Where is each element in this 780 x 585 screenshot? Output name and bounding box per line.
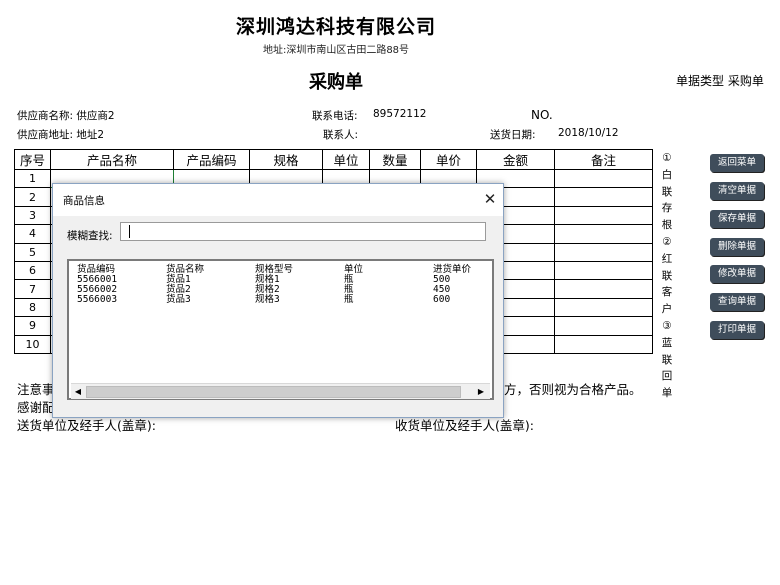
row-number: 9 [14,316,51,336]
table-cell[interactable] [554,297,653,318]
header-cell: 单价 [420,149,477,170]
row-number: 4 [14,224,51,244]
delete-order-button[interactable]: 删除单据 [710,238,764,256]
edit-order-button[interactable]: 修改单据 [710,265,764,283]
query-order-button[interactable]: 查询单据 [710,293,764,311]
item-price: 600 [433,294,451,305]
search-label: 模糊查找: [67,230,113,242]
item-unit: 瓶 [344,294,354,305]
supplier-name: 供应商名称: 供应商2 [17,110,115,122]
note-char: 红 [661,252,673,265]
list-item[interactable]: 5566002 货品2 规格2 瓶 450 [77,285,493,295]
header-cell: 单位 [322,149,370,170]
search-input[interactable] [120,222,486,241]
dialog-titlebar[interactable]: 商品信息 ✕ [53,184,503,216]
list-header: 货品编码 货品名称 规格型号 单位 进货单价 [77,265,493,275]
header-cell: 序号 [14,149,51,170]
delivery-date-value: 2018/10/12 [558,127,619,139]
note-char: 存 [661,202,673,215]
header-cell: 金额 [476,149,555,170]
item-code: 5566003 [77,294,118,305]
dialog-title: 商品信息 [63,195,105,207]
row-number: 2 [14,187,51,207]
list-item[interactable]: 5566001 货品1 规格1 瓶 500 [77,275,493,285]
note-char: 回 [661,370,673,383]
item-name: 货品3 [166,294,191,305]
phone-value: 89572112 [373,108,427,120]
table-cell[interactable] [554,316,653,336]
phone-label: 联系电话: [312,110,358,122]
header-cell: 数量 [369,149,421,170]
scroll-left-icon[interactable]: ◀ [71,384,85,399]
close-icon[interactable]: ✕ [481,190,499,208]
table-cell[interactable] [554,334,653,354]
header-cell: 产品编码 [173,149,250,170]
thanks-text: 感谢配 [17,400,55,415]
note-char: ① [662,152,672,164]
note-char: 联 [661,269,673,282]
product-listbox[interactable]: 货品编码 货品名称 规格型号 单位 进货单价 5566001 货品1 规格1 瓶 500 556… [67,259,494,400]
note-char: 客 [661,286,673,299]
table-cell[interactable] [554,260,653,281]
save-order-button[interactable]: 保存单据 [710,210,764,228]
row-number: 10 [14,334,51,354]
row-number: 5 [14,242,51,262]
horizontal-scrollbar[interactable]: ◀ ▶ [71,383,490,399]
header-cell: 产品名称 [50,149,174,170]
note-char: 联 [661,353,673,366]
note-text-continued: 方，否则视为合格产品。 [504,382,642,397]
company-name: 深圳鸿达科技有限公司 [235,16,436,38]
note-char: 联 [661,185,673,198]
row-number: 8 [14,297,51,318]
header-cell: 备注 [554,149,653,170]
table-cell[interactable] [554,242,653,262]
row-number: 7 [14,279,51,299]
list-item[interactable]: 5566003 货品3 规格3 瓶 600 [77,295,493,305]
copy-distribution-note: ① 白 联 存 根 ② 红 联 客 户 ③ 蓝 联 回 单 [656,150,678,402]
return-menu-button[interactable]: 返回菜单 [710,154,764,172]
note-char: 蓝 [661,336,673,349]
header-cell: 规格 [249,149,323,170]
note-char: 单 [661,387,673,400]
item-unit: 瓶 [344,274,354,285]
supplier-address: 供应商地址: 地址2 [17,129,105,141]
row-number: 3 [14,205,51,226]
item-unit: 瓶 [344,284,354,295]
row-number: 6 [14,260,51,281]
table-cell[interactable] [554,187,653,207]
row-number: 1 [14,168,51,189]
contact-label: 联系人: [323,129,359,141]
item-spec: 规格3 [255,294,280,305]
table-cell[interactable] [554,279,653,299]
product-info-dialog: 商品信息 ✕ 模糊查找: 货品编码 货品名称 规格型号 单位 进货单价 5566001 货… [52,183,504,418]
document-type: 单据类型 采购单 [676,74,764,88]
table-cell[interactable] [554,224,653,244]
note-char: 户 [661,303,673,316]
text-cursor [129,225,130,238]
table-cell[interactable] [554,168,653,189]
print-order-button[interactable]: 打印单据 [710,321,764,339]
table-header-row: 序号 产品名称 产品编码 规格 单位 数量 单价 金额 备注 [14,149,653,170]
scrollbar-thumb[interactable] [86,386,461,398]
number-label: NO. [531,108,553,122]
scroll-right-icon[interactable]: ▶ [474,384,488,399]
page-title: 采购单 [309,72,363,93]
table-cell[interactable] [554,205,653,226]
delivery-date-label: 送货日期: [490,129,536,141]
note-text: 注意事 [17,382,55,397]
note-char: 白 [661,168,673,181]
note-char: ② [662,235,672,248]
clear-order-button[interactable]: 清空单据 [710,182,764,200]
company-address: 地址:深圳市南山区古田二路88号 [262,45,410,56]
note-char: 根 [661,219,673,232]
note-char: ③ [662,319,672,332]
list-column-header: 单位 [344,264,364,275]
